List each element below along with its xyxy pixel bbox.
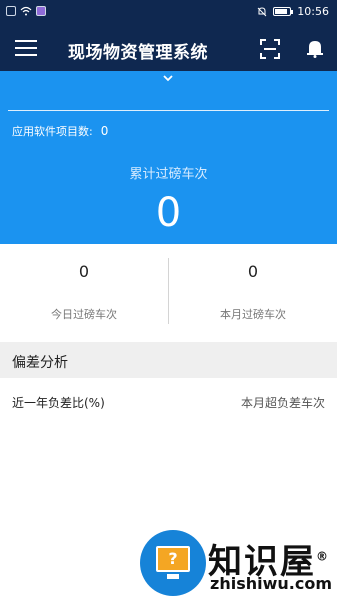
today-value: 0 — [78, 262, 90, 281]
bell-icon[interactable] — [305, 38, 325, 58]
month-value: 0 — [247, 262, 259, 281]
watermark-circle-icon: ? — [140, 530, 206, 596]
wifi-icon — [20, 6, 32, 16]
apps-count-value: 0 — [100, 124, 109, 138]
battery-icon — [273, 7, 294, 16]
monitor-stand — [167, 574, 179, 579]
apps-count-row: 应用软件项目数: 0 — [12, 123, 108, 139]
status-bar: 10:56 — [0, 0, 337, 26]
stats-row: 0 今日过磅车次 0 本月过磅车次 — [0, 244, 337, 342]
clock: 10:56 — [297, 5, 329, 18]
watermark-logo: ? 知识屋® zhishiwu.com — [140, 530, 337, 600]
monthly-over-deviation-label: 本月超负差车次 — [240, 396, 325, 410]
total-weighing-label: 累计过磅车次 — [129, 167, 208, 182]
apps-count-label: 应用软件项目数: — [12, 125, 93, 138]
deviation-section-header: 偏差分析 — [0, 342, 337, 378]
menu-icon[interactable] — [15, 40, 37, 56]
watermark-subtitle: zhishiwu.com — [210, 574, 332, 593]
today-label: 今日过磅车次 — [51, 308, 117, 321]
app-header: 现场物资管理系统 — [0, 26, 337, 71]
today-stat[interactable]: 0 今日过磅车次 — [0, 244, 168, 342]
deviation-row[interactable]: 近一年负差比(%) 本月超负差车次 — [0, 378, 337, 424]
chevron-down-icon[interactable] — [162, 73, 174, 83]
page-title: 现场物资管理系统 — [68, 43, 208, 63]
sim-icon — [6, 6, 16, 16]
summary-panel: 应用软件项目数: 0 累计过磅车次 0 — [0, 71, 337, 244]
divider — [8, 110, 329, 111]
mute-icon — [257, 6, 267, 16]
yearly-negative-ratio-label: 近一年负差比(%) — [12, 396, 105, 410]
scan-icon[interactable] — [260, 39, 280, 59]
app-notification-icon — [36, 6, 46, 16]
month-label: 本月过磅车次 — [220, 308, 286, 321]
question-mark: ? — [168, 549, 178, 568]
section-title: 偏差分析 — [12, 355, 68, 371]
month-stat[interactable]: 0 本月过磅车次 — [169, 244, 337, 342]
total-weighing-value: 0 — [155, 190, 182, 236]
monitor-icon: ? — [156, 546, 190, 572]
status-icons-right: 10:56 — [257, 5, 329, 18]
status-icons-left — [6, 6, 46, 16]
